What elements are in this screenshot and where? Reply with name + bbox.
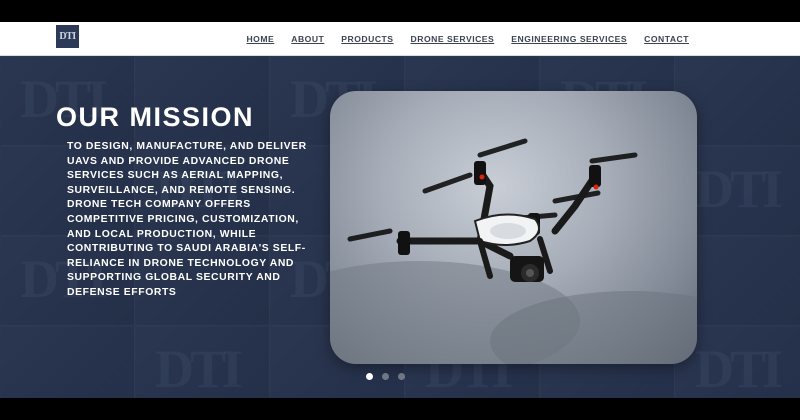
nav-drone-services-link[interactable]: DRONE SERVICES [411, 34, 495, 44]
drone-photo [330, 91, 697, 364]
nav-products-link[interactable]: PRODUCTS [341, 34, 393, 44]
nav-contact-link[interactable]: CONTACT [644, 34, 689, 44]
carousel-dots [366, 373, 405, 380]
site-header: DTI HOME ABOUT PRODUCTS DRONE SERVICES E… [0, 22, 800, 56]
mission-text: TO DESIGN, MANUFACTURE, AND DELIVER UAVS… [67, 141, 307, 298]
mission-hero: DTIDTIDTIDTIDTIDTIDTIDTIDTIDTIDTIDTI OUR… [0, 56, 800, 398]
main-nav: HOME ABOUT PRODUCTS DRONE SERVICES ENGIN… [246, 22, 689, 56]
mission-title: OUR MISSION [56, 102, 255, 132]
company-logo[interactable]: DTI [56, 25, 79, 48]
drone-image [330, 138, 697, 364]
carousel-dot-1[interactable] [366, 373, 373, 380]
nav-engineering-services-link[interactable]: ENGINEERING SERVICES [511, 34, 627, 44]
top-letterbox [0, 0, 800, 22]
nav-about-link[interactable]: ABOUT [291, 34, 324, 44]
carousel-dot-3[interactable] [398, 373, 405, 380]
bottom-letterbox [0, 398, 800, 420]
carousel-dot-2[interactable] [382, 373, 389, 380]
nav-home-link[interactable]: HOME [246, 34, 274, 44]
